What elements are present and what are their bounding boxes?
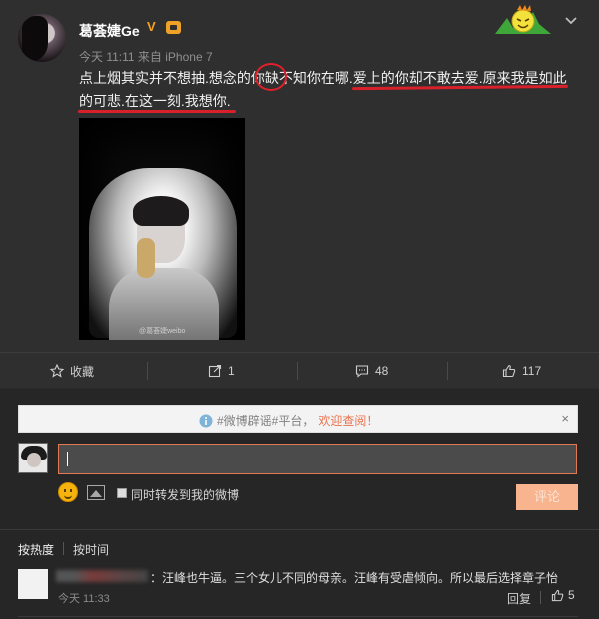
repost-icon (208, 364, 222, 378)
weibo-post-card: 葛荟婕Ge V 今天 11:11 来自 iPhone 7 点上烟其实并不想抽.想… (0, 0, 599, 352)
notice-link[interactable]: 欢迎查阅！ (318, 412, 378, 429)
author-avatar[interactable] (18, 14, 66, 62)
info-icon (199, 414, 213, 427)
my-avatar[interactable] (18, 443, 48, 473)
comment-count: 48 (375, 364, 389, 378)
emoji-sticker-icon (495, 5, 551, 34)
divider (18, 616, 578, 617)
post-text: 点上烟其实并不想抽.想念的你缺不知你在哪.爱上的你却不敢去爱.原来我是如此的可悲… (79, 70, 567, 109)
divider (447, 362, 448, 380)
image-icon[interactable] (87, 485, 105, 500)
comment-like-count: 5 (568, 588, 575, 602)
repost-button[interactable]: 1 (208, 353, 235, 389)
comment-text: ：汪峰也牛逼。三个女儿不同的母亲。汪峰有受虐倾向。所以最后选择章子怡 (150, 571, 559, 585)
sort-by-hot-tab[interactable]: 按热度 (18, 541, 54, 558)
chevron-down-icon[interactable] (564, 14, 578, 28)
divider (147, 362, 148, 380)
favorite-button[interactable]: 收藏 (50, 353, 94, 389)
thumbs-up-icon (502, 364, 516, 378)
divider (0, 529, 599, 530)
commenter-avatar[interactable] (18, 569, 48, 599)
red-circle-annotation (255, 63, 287, 91)
also-repost-checkbox[interactable] (117, 488, 127, 498)
red-underline-annotation (78, 110, 236, 113)
photo-watermark: @葛荟婕weibo (139, 328, 186, 335)
post-action-bar: 收藏 1 48 117 (0, 352, 599, 388)
like-button[interactable]: 117 (502, 353, 541, 389)
comment-icon (355, 365, 369, 378)
repost-count: 1 (228, 364, 235, 378)
comment-panel: #微博辟谣#平台， 欢迎查阅！ × 同时转发到我的微博 评论 按热度 按时间 ：汪… (0, 389, 599, 619)
favorite-label: 收藏 (70, 364, 95, 379)
comment-input[interactable] (58, 444, 577, 474)
divider (63, 542, 64, 555)
post-meta: 今天 11:11 来自 iPhone 7 (79, 50, 213, 64)
divider (540, 591, 541, 604)
notice-text: #微博辟谣#平台， (217, 414, 315, 428)
thumbs-up-icon (551, 589, 564, 601)
also-repost-label[interactable]: 同时转发到我的微博 (131, 486, 239, 503)
commenter-name-blurred (56, 570, 148, 582)
comment-time: 今天 11:33 (58, 593, 110, 605)
emoji-icon[interactable] (58, 482, 78, 502)
author-name[interactable]: 葛荟婕Ge (79, 21, 140, 41)
star-icon (50, 364, 64, 378)
close-icon[interactable]: × (561, 411, 569, 426)
submit-comment-button[interactable]: 评论 (516, 484, 578, 510)
vip-crown-icon (166, 21, 181, 34)
divider (297, 362, 298, 380)
comment-like-button[interactable]: 5 (551, 588, 575, 602)
verified-icon: V (147, 19, 156, 34)
reply-button[interactable]: 回复 (507, 590, 531, 607)
comment-button[interactable]: 48 (355, 353, 388, 389)
like-count: 117 (522, 364, 542, 378)
sort-by-time-tab[interactable]: 按时间 (73, 541, 109, 558)
post-photo[interactable]: @葛荟婕weibo (79, 118, 245, 340)
rumor-notice-bar: #微博辟谣#平台， 欢迎查阅！ × (18, 405, 578, 433)
